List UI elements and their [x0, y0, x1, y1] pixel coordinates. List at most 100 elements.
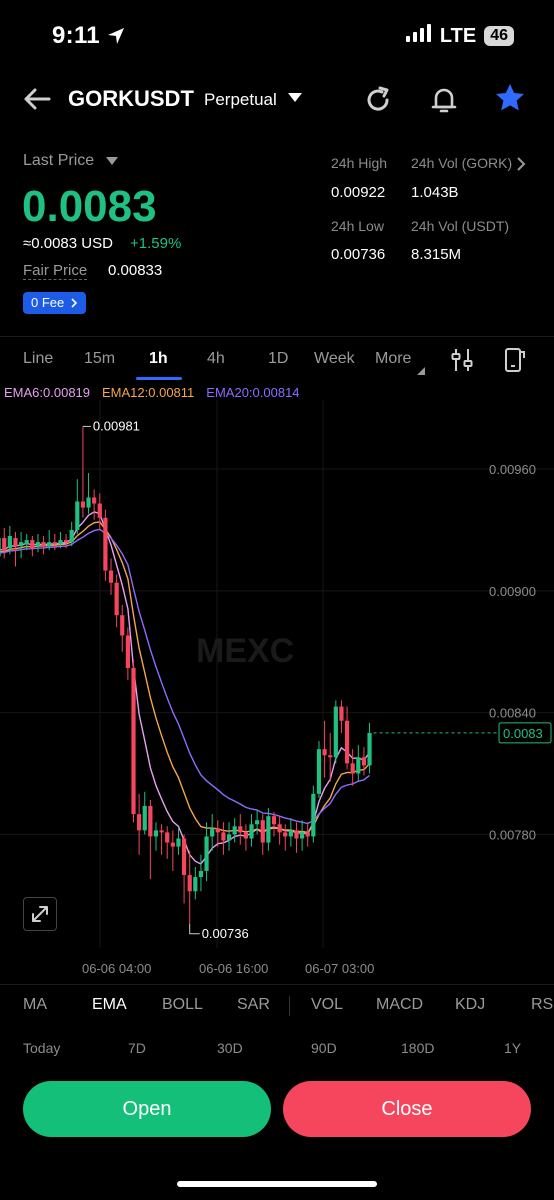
x-tick-label: 06-06 04:00: [82, 961, 151, 976]
ema12-legend: EMA12:0.00811: [102, 385, 195, 400]
candle-body: [255, 820, 260, 825]
indicator-kdj[interactable]: KDJ: [455, 996, 485, 1014]
close-button[interactable]: Close: [283, 1081, 531, 1137]
fullscreen-button[interactable]: [23, 897, 57, 931]
candle-body: [142, 806, 147, 831]
chart-settings-button[interactable]: [450, 347, 474, 378]
favorite-button[interactable]: [494, 82, 526, 114]
open-button[interactable]: Open: [23, 1081, 271, 1137]
ema12-line: [0, 521, 370, 834]
y-tick-label: 0.00960: [489, 462, 536, 477]
contract-type[interactable]: Perpetual: [204, 90, 277, 110]
symbol-title[interactable]: GORKUSDT: [68, 86, 194, 112]
candlestick-chart[interactable]: MEXC 0.00981 0.00736 0.00960 0.00900 0.0…: [0, 400, 554, 980]
current-price-tag-text: 0.0083: [503, 726, 543, 741]
y-tick-label: 0.00780: [489, 827, 536, 842]
refresh-icon: [367, 86, 389, 111]
x-tick-label: 06-06 16:00: [199, 961, 268, 976]
chevron-right-icon: [71, 298, 78, 308]
indicator-sar[interactable]: SAR: [237, 996, 270, 1014]
candle-body: [69, 529, 74, 543]
candle-body: [165, 832, 170, 843]
indicator-boll[interactable]: BOLL: [162, 996, 203, 1014]
candle-body: [35, 542, 41, 547]
chevron-right-icon[interactable]: [516, 157, 526, 176]
indicator-ema[interactable]: EMA: [92, 996, 127, 1014]
range-90d[interactable]: 90D: [311, 1040, 337, 1056]
tab-1d[interactable]: 1D: [268, 350, 288, 368]
candle-body: [210, 828, 215, 837]
candle-body: [120, 615, 125, 636]
tab-line[interactable]: Line: [23, 350, 53, 368]
bell-icon: [431, 88, 457, 113]
tab-1h[interactable]: 1h: [149, 350, 168, 368]
indicator-rsi[interactable]: RSI: [531, 996, 554, 1014]
signal-icon: [405, 24, 432, 48]
candle-body: [204, 836, 209, 871]
layout-toggle-button[interactable]: [502, 346, 526, 379]
candle-body: [221, 832, 226, 841]
y-axis: 0.00960 0.00900 0.00840 0.00780: [489, 462, 536, 842]
back-arrow-icon: [24, 88, 51, 110]
range-1y[interactable]: 1Y: [504, 1040, 521, 1056]
candle-body: [215, 828, 220, 833]
candle-body: [283, 832, 288, 837]
vol-base-label[interactable]: 24h Vol (GORK): [411, 155, 512, 171]
caret-down-icon[interactable]: [288, 93, 302, 102]
tab-week[interactable]: Week: [314, 350, 355, 368]
active-tab-indicator: [136, 377, 182, 380]
tab-more[interactable]: More: [375, 350, 411, 368]
status-indicators: LTE 46: [405, 24, 514, 48]
indicator-separator: [289, 996, 290, 1016]
low-label: 24h Low: [331, 218, 384, 234]
fee-badge[interactable]: 0 Fee: [23, 292, 87, 314]
candle-body: [260, 820, 265, 843]
indicator-ma[interactable]: MA: [23, 996, 47, 1014]
approx-value: ≈0.0083: [23, 235, 78, 252]
range-today[interactable]: Today: [23, 1040, 60, 1056]
candle-body: [361, 757, 367, 766]
indicator-macd[interactable]: MACD: [376, 996, 423, 1014]
refresh-button[interactable]: [362, 84, 394, 116]
candle-body: [0, 538, 1, 557]
candle-body: [58, 540, 63, 545]
candle-body: [63, 540, 69, 543]
x-axis: 06-06 04:00 06-06 16:00 06-07 03:00: [82, 961, 374, 976]
candle-body: [243, 832, 248, 839]
more-caret-icon[interactable]: [417, 362, 425, 380]
fair-price: 0.00833: [108, 262, 163, 279]
range-30d[interactable]: 30D: [217, 1040, 243, 1056]
range-7d[interactable]: 7D: [128, 1040, 146, 1056]
phone-rotate-icon: [505, 348, 525, 372]
star-icon: [496, 84, 524, 111]
ema20-legend: EMA20:0.00814: [206, 385, 300, 400]
candle-body: [232, 826, 237, 835]
ema20-line: [0, 528, 370, 825]
range-180d[interactable]: 180D: [401, 1040, 434, 1056]
candle-body: [86, 497, 91, 508]
candle-body: [305, 832, 310, 837]
caret-down-icon[interactable]: [106, 157, 118, 165]
indicator-vol[interactable]: VOL: [311, 996, 343, 1014]
candle-body: [2, 538, 7, 551]
candle-body: [148, 806, 153, 837]
vol-base-value: 1.043B: [411, 184, 459, 201]
candle-body: [350, 763, 355, 774]
tab-15m[interactable]: 15m: [84, 350, 115, 368]
candle-body: [367, 732, 372, 766]
last-price: 0.0083: [22, 182, 157, 231]
approx-price: ≈0.0083 USD: [23, 235, 113, 252]
candle-body: [328, 755, 333, 758]
candle-body: [316, 749, 322, 794]
back-button[interactable]: [22, 84, 52, 114]
candle-body: [193, 877, 198, 892]
network-type: LTE: [439, 24, 477, 47]
low-marker-line: [189, 923, 200, 935]
candle-body: [271, 816, 277, 825]
candle-body: [114, 582, 119, 616]
vol-quote-label: 24h Vol (USDT): [411, 218, 510, 234]
tab-4h[interactable]: 4h: [207, 350, 225, 368]
last-price-label[interactable]: Last Price: [23, 152, 94, 170]
fair-price-label[interactable]: Fair Price: [23, 262, 88, 280]
alert-button[interactable]: [428, 84, 460, 116]
